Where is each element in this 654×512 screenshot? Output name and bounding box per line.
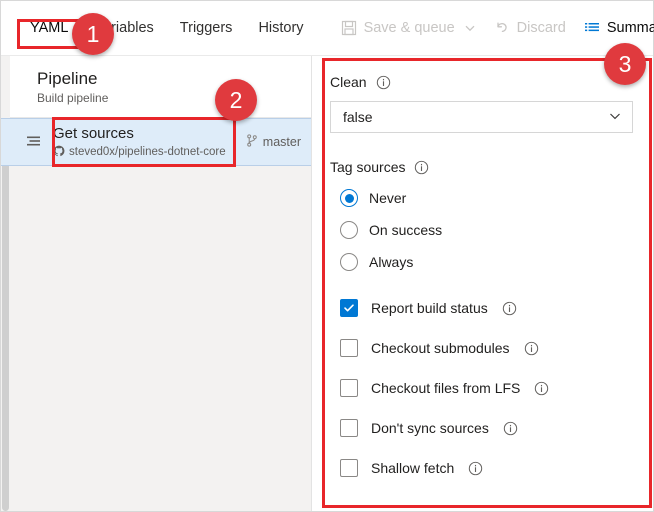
checkbox-report-build-status-indicator[interactable] [340, 299, 358, 317]
task-branch: master [238, 134, 301, 150]
annotation-badge-1: 1 [72, 13, 114, 55]
left-scrollbar-thumb[interactable] [2, 120, 9, 511]
save-icon [341, 20, 357, 36]
clean-select-value: false [343, 109, 608, 125]
task-repo-label: steved0x/pipelines-dotnet-core [69, 146, 226, 158]
checkbox-checkout-files-from-lfs-indicator[interactable] [340, 379, 358, 397]
checkbox-checkout-files-from-lfs-label: Checkout files from LFS [371, 380, 520, 396]
save-and-queue-label: Save & queue [364, 20, 455, 36]
radio-option-on-success[interactable]: On success [330, 221, 633, 239]
summary-label: Summary [607, 20, 654, 36]
tag-sources-info-icon[interactable] [414, 160, 429, 175]
toolbar-actions: Save & queue Discard [333, 14, 654, 42]
chevron-down-icon[interactable] [608, 109, 622, 126]
spacer [330, 133, 633, 159]
radio-always-indicator[interactable] [340, 253, 358, 271]
task-text: Get sources steved0x/pipelines-dotnet-co… [53, 125, 238, 160]
tag-sources-label: Tag sources [330, 159, 405, 175]
tag-sources-label-row: Tag sources [330, 159, 633, 175]
options-checkbox-group: Report build status [330, 299, 633, 477]
dont-sync-sources-info-icon[interactable] [503, 421, 518, 436]
checkout-submodules-info-icon[interactable] [524, 341, 539, 356]
checkbox-dont-sync-sources-indicator[interactable] [340, 419, 358, 437]
tag-sources-radio-group: Never On success Always [330, 189, 633, 271]
checkbox-checkout-files-from-lfs[interactable]: Checkout files from LFS [330, 379, 633, 397]
checkout-files-from-lfs-info-icon[interactable] [534, 381, 549, 396]
tab-triggers[interactable]: Triggers [167, 1, 246, 55]
clean-select[interactable]: false [330, 101, 633, 133]
task-row-get-sources[interactable]: Get sources steved0x/pipelines-dotnet-co… [1, 118, 311, 166]
pipeline-subtitle: Build pipeline [37, 91, 311, 105]
annotation-badge-3: 3 [604, 43, 646, 85]
azure-pipelines-editor: YAML Variables Triggers History [0, 0, 654, 512]
tab-history[interactable]: History [245, 1, 316, 55]
editor-body: Pipeline Build pipeline Get sources [1, 56, 653, 511]
pipeline-header[interactable]: Pipeline Build pipeline [1, 56, 311, 118]
checkbox-report-build-status[interactable]: Report build status [330, 299, 633, 317]
task-list-empty-area [1, 166, 311, 511]
pipeline-task-list: Pipeline Build pipeline Get sources [1, 56, 312, 511]
clean-label: Clean [330, 74, 367, 90]
checkbox-checkout-submodules-indicator[interactable] [340, 339, 358, 357]
radio-never-indicator[interactable] [340, 189, 358, 207]
report-build-status-info-icon[interactable] [502, 301, 517, 316]
discard-label: Discard [517, 20, 566, 36]
undo-icon [494, 20, 510, 36]
clean-field-label-row: Clean [330, 74, 633, 90]
task-name: Get sources [53, 125, 238, 143]
save-and-queue-button[interactable]: Save & queue [333, 14, 484, 42]
tab-strip: YAML Variables Triggers History [1, 1, 317, 55]
summary-button[interactable]: Summary [576, 14, 654, 42]
checkbox-shallow-fetch-label: Shallow fetch [371, 460, 454, 476]
get-sources-icon [23, 133, 45, 151]
github-icon [53, 145, 65, 160]
radio-option-never[interactable]: Never [330, 189, 633, 207]
summary-list-icon [584, 20, 600, 36]
radio-on-success-indicator[interactable] [340, 221, 358, 239]
annotation-badge-2: 2 [215, 79, 257, 121]
task-repo: steved0x/pipelines-dotnet-core [53, 145, 238, 160]
clean-info-icon[interactable] [376, 75, 391, 90]
tab-history-label: History [258, 20, 303, 36]
checkbox-dont-sync-sources[interactable]: Don't sync sources [330, 419, 633, 437]
discard-button[interactable]: Discard [486, 14, 574, 42]
checkbox-dont-sync-sources-label: Don't sync sources [371, 420, 489, 436]
checkbox-checkout-submodules-label: Checkout submodules [371, 340, 510, 356]
checkbox-shallow-fetch-indicator[interactable] [340, 459, 358, 477]
check-icon [343, 302, 355, 314]
checkbox-shallow-fetch[interactable]: Shallow fetch [330, 459, 633, 477]
shallow-fetch-info-icon[interactable] [468, 461, 483, 476]
radio-option-always[interactable]: Always [330, 253, 633, 271]
chevron-down-icon[interactable] [464, 22, 476, 34]
radio-never-label: Never [369, 190, 406, 206]
radio-always-label: Always [369, 254, 413, 270]
checkbox-report-build-status-label: Report build status [371, 300, 488, 316]
task-branch-label: master [263, 135, 301, 149]
checkbox-checkout-submodules[interactable]: Checkout submodules [330, 339, 633, 357]
branch-icon [246, 134, 258, 150]
pipeline-title: Pipeline [37, 68, 311, 89]
task-settings-panel: Clean false [312, 56, 653, 511]
tab-yaml-label: YAML [30, 20, 68, 36]
radio-on-success-label: On success [369, 222, 442, 238]
tab-triggers-label: Triggers [180, 20, 233, 36]
